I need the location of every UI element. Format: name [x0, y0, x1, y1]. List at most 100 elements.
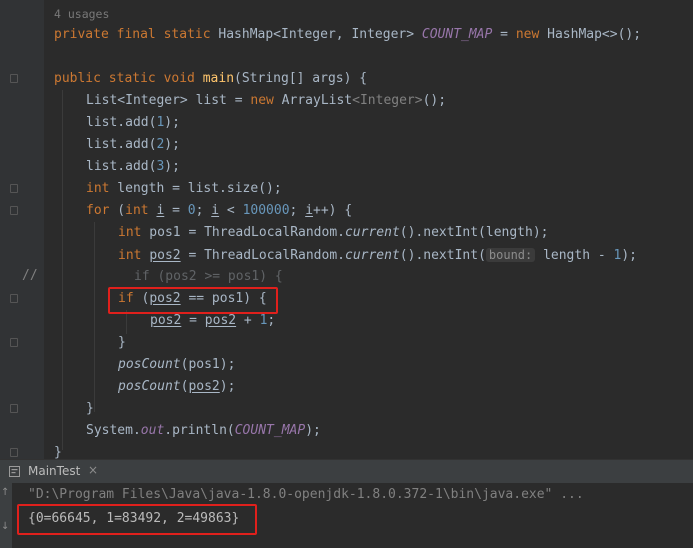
fold-marker-icon[interactable] [10, 338, 18, 347]
fold-marker-icon[interactable] [10, 184, 18, 193]
fold-marker-icon[interactable] [10, 448, 18, 457]
method-call: posCount [118, 357, 181, 372]
field-name: COUNT_MAP [234, 423, 306, 438]
scroll-up-icon[interactable]: ↑ [1, 487, 9, 498]
keyword: for [86, 203, 110, 218]
indent-guide [62, 90, 63, 450]
variable: pos2 [188, 379, 220, 394]
parameter-hint: bound: [485, 248, 536, 262]
method-name: main [202, 71, 235, 86]
code-text: ); [219, 379, 236, 394]
code-text: = ThreadLocalRandom. [180, 248, 345, 263]
code-line-main[interactable]: public static void main(String[] args) { [54, 68, 367, 90]
code-text: ); [621, 248, 638, 263]
field-name: out [140, 423, 165, 438]
console-toolbar: ↑ ↓ [0, 483, 12, 548]
keyword: public static void [54, 71, 195, 86]
code-text: pos1 = ThreadLocalRandom. [141, 225, 345, 240]
code-text: .println( [164, 423, 235, 438]
code-line-field[interactable]: private final static HashMap<Integer, In… [54, 24, 641, 46]
variable: pos2 [149, 291, 181, 306]
code-text: ; [195, 203, 212, 218]
type-name: List<Integer> [86, 93, 188, 108]
method-call: posCount [118, 379, 181, 394]
code-text: ().nextInt(length); [399, 225, 549, 240]
keyword: private [54, 27, 109, 42]
loop-variable: i [211, 203, 220, 218]
code-text: ); [164, 159, 180, 174]
loop-variable: i [305, 203, 314, 218]
generic-type: <Integer> [352, 93, 423, 108]
code-text: list = [187, 93, 251, 108]
code-line-brace[interactable]: } [54, 442, 62, 459]
code-line-brace[interactable]: } [86, 398, 94, 420]
code-text: (); [422, 93, 447, 108]
fold-marker-icon[interactable] [10, 206, 18, 215]
code-line-add[interactable]: list.add(2); [86, 134, 180, 156]
code-text: System. [86, 423, 141, 438]
code-text: list.add( [86, 159, 157, 174]
field-name: COUNT_MAP [421, 27, 493, 42]
code-line-add[interactable]: list.add(1); [86, 112, 180, 134]
code-text: ); [164, 115, 180, 130]
keyword: new [515, 27, 540, 42]
code-line-brace[interactable]: } [118, 332, 126, 354]
console-output: {0=66645, 1=83492, 2=49863} [28, 511, 240, 526]
keyword: new [250, 93, 274, 108]
variable: pos2 [204, 313, 237, 328]
run-panel-header: MainTest × [0, 459, 693, 483]
code-text: ); [305, 423, 321, 438]
code-line-poscount[interactable]: posCount(pos1); [118, 354, 235, 376]
params: (String[] args) { [234, 71, 368, 86]
console-command-line: "D:\Program Files\Java\java-1.8.0-openjd… [28, 487, 584, 502]
code-editor[interactable]: // 4 usages private final static HashMap… [0, 0, 693, 459]
code-text: + [236, 313, 260, 328]
code-line-if[interactable]: if (pos2 == pos1) { [118, 288, 267, 310]
code-text: ( [109, 203, 126, 218]
code-text: ; [267, 313, 276, 328]
operator: = [500, 27, 508, 42]
code-text: = [181, 313, 205, 328]
code-line-increment[interactable]: pos2 = pos2 + 1; [150, 310, 275, 332]
close-icon[interactable]: × [88, 463, 98, 477]
type-name: HashMap<Integer, Integer> [218, 27, 415, 42]
code-text: ); [164, 137, 180, 152]
code-line-pos1[interactable]: int pos1 = ThreadLocalRandom.current().n… [118, 222, 549, 244]
scroll-down-icon[interactable]: ↓ [1, 521, 9, 532]
code-line-for[interactable]: for (int i = 0; i < 100000; i++) { [86, 200, 352, 222]
run-console[interactable]: ↑ ↓ "D:\Program Files\Java\java-1.8.0-op… [0, 483, 693, 548]
keyword: static [163, 27, 211, 42]
code-text: == pos1) { [180, 291, 267, 306]
keyword: int [86, 181, 110, 196]
code-text: < [219, 203, 243, 218]
code-text: length - [535, 248, 614, 263]
indent-guide [94, 222, 95, 412]
code-text: ++) { [313, 203, 353, 218]
code-text: ( [133, 291, 150, 306]
code-line-poscount[interactable]: posCount(pos2); [118, 376, 235, 398]
gutter-comment-marker: // [22, 268, 38, 283]
run-config-icon [9, 466, 20, 477]
fold-marker-icon[interactable] [10, 74, 18, 83]
keyword: int [125, 203, 149, 218]
fold-marker-icon[interactable] [10, 294, 18, 303]
keyword: int [118, 248, 142, 263]
code-text: ().nextInt( [399, 248, 486, 263]
code-line-pos2[interactable]: int pos2 = ThreadLocalRandom.current().n… [118, 244, 637, 266]
code-line-commented[interactable]: if (pos2 >= pos1) { [134, 266, 283, 288]
code-text: list.add( [86, 137, 157, 152]
code-line-add[interactable]: list.add(3); [86, 156, 180, 178]
static-method: current [344, 225, 400, 240]
code-text: ; [289, 203, 306, 218]
code-line-list-decl[interactable]: List<Integer> list = new ArrayList<Integ… [86, 90, 446, 112]
code-text: (pos1); [180, 357, 236, 372]
code-line-println[interactable]: System.out.println(COUNT_MAP); [86, 420, 321, 442]
code-line-length[interactable]: int length = list.size(); [86, 178, 282, 200]
editor-gutter: // [0, 0, 44, 459]
code-text: length = list.size(); [109, 181, 282, 196]
run-tab-label[interactable]: MainTest [28, 464, 80, 478]
fold-marker-icon[interactable] [10, 404, 18, 413]
usages-hint[interactable]: 4 usages [54, 3, 109, 25]
keyword: int [118, 225, 142, 240]
constructor: HashMap<>(); [547, 27, 642, 42]
